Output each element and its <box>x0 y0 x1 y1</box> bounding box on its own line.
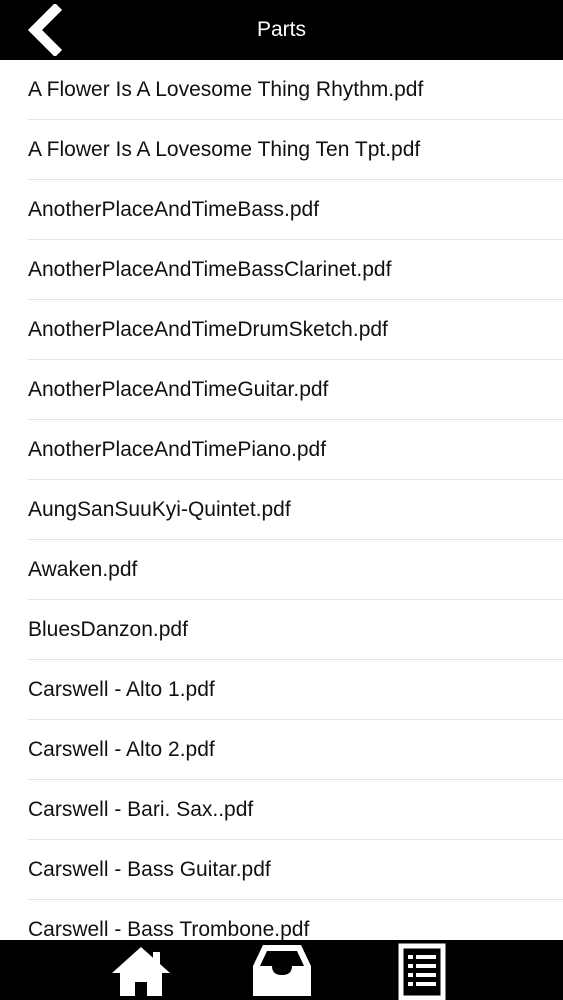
file-name: AnotherPlaceAndTimeBassClarinet.pdf <box>28 258 392 281</box>
file-row[interactable]: Carswell - Bari. Sax..pdf <box>0 780 563 840</box>
file-row[interactable]: Carswell - Bass Trombone.pdf <box>0 900 563 940</box>
home-icon <box>112 947 170 996</box>
inbox-tray-icon <box>253 945 311 996</box>
file-list: A Flower Is A Lovesome Thing Rhythm.pdf A… <box>0 60 563 940</box>
page-title: Parts <box>256 18 306 41</box>
file-row[interactable]: A Flower Is A Lovesome Thing Ten Tpt.pdf <box>0 120 563 180</box>
file-name: A Flower Is A Lovesome Thing Rhythm.pdf <box>28 78 424 101</box>
file-row[interactable]: BluesDanzon.pdf <box>0 600 563 660</box>
file-name: Carswell - Bari. Sax..pdf <box>28 798 254 821</box>
file-row[interactable]: AungSanSuuKyi-Quintet.pdf <box>0 480 563 540</box>
file-name: AnotherPlaceAndTimePiano.pdf <box>28 438 327 461</box>
file-name: Carswell - Bass Trombone.pdf <box>28 918 310 940</box>
file-row[interactable]: AnotherPlaceAndTimeGuitar.pdf <box>0 360 563 420</box>
file-name: AnotherPlaceAndTimeGuitar.pdf <box>28 378 329 401</box>
tab-home[interactable] <box>106 940 176 1000</box>
file-row[interactable]: AnotherPlaceAndTimeBass.pdf <box>0 180 563 240</box>
file-row[interactable]: Carswell - Alto 2.pdf <box>0 720 563 780</box>
file-row[interactable]: AnotherPlaceAndTimeBassClarinet.pdf <box>0 240 563 300</box>
file-row[interactable]: Carswell - Bass Guitar.pdf <box>0 840 563 900</box>
tab-bar <box>0 940 563 1000</box>
file-name: AnotherPlaceAndTimeBass.pdf <box>28 198 320 221</box>
file-row[interactable]: Awaken.pdf <box>0 540 563 600</box>
file-row[interactable]: Carswell - Alto 1.pdf <box>0 660 563 720</box>
file-name: Carswell - Bass Guitar.pdf <box>28 858 271 881</box>
tab-list[interactable] <box>386 940 456 1000</box>
file-name: Carswell - Alto 2.pdf <box>28 738 215 761</box>
file-name: AungSanSuuKyi-Quintet.pdf <box>28 498 291 521</box>
file-row[interactable]: AnotherPlaceAndTimeDrumSketch.pdf <box>0 300 563 360</box>
list-document-icon <box>398 943 446 1000</box>
file-row[interactable]: A Flower Is A Lovesome Thing Rhythm.pdf <box>0 60 563 120</box>
file-name: Carswell - Alto 1.pdf <box>28 678 215 701</box>
tab-inbox[interactable] <box>247 940 317 1000</box>
file-name: A Flower Is A Lovesome Thing Ten Tpt.pdf <box>28 138 421 161</box>
file-name: AnotherPlaceAndTimeDrumSketch.pdf <box>28 318 388 341</box>
file-row[interactable]: AnotherPlaceAndTimePiano.pdf <box>0 420 563 480</box>
navigation-bar: Parts <box>0 0 563 60</box>
file-name: Awaken.pdf <box>28 558 138 581</box>
file-name: BluesDanzon.pdf <box>28 618 188 641</box>
